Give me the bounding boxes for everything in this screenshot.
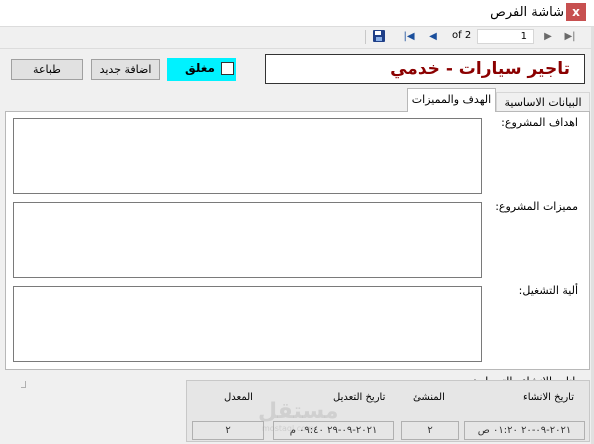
creator-value: ٢ — [401, 421, 459, 440]
page-number-input[interactable]: 1 — [477, 29, 534, 44]
last-record-icon[interactable]: ▶| — [563, 30, 577, 44]
creator-label: المنشئ — [413, 392, 445, 403]
closed-checkbox[interactable] — [221, 62, 234, 75]
modifier-label: المعدل — [224, 392, 253, 403]
modified-at-label: تاريخ التعديل — [333, 392, 386, 403]
window-title: شاشة الفرص — [490, 5, 564, 20]
divider — [0, 48, 594, 49]
goals-label: اهداف المشروع: — [501, 116, 578, 129]
resize-handle — [21, 381, 26, 388]
modifier-value: ٢ — [192, 421, 264, 440]
created-at-value: ٢٠٢١-٠٩-٢٠ ٠١:٢٠ ص — [464, 421, 585, 440]
created-at-label: تاريخ الانشاء — [523, 392, 575, 403]
print-button[interactable]: طباعة — [11, 59, 83, 80]
project-name: تاجير سيارات - خدمي — [390, 59, 570, 79]
tab-basic-data[interactable]: البيانات الاساسية — [496, 92, 590, 111]
tab-goals-features[interactable]: الهدف والمميزات — [407, 88, 496, 112]
first-record-icon[interactable]: |◀ — [402, 30, 416, 44]
page-count-label: of 2 — [452, 30, 472, 41]
closed-label: مغلق — [185, 61, 215, 75]
project-name-field[interactable]: تاجير سيارات - خدمي — [265, 54, 585, 84]
save-icon[interactable] — [373, 30, 385, 42]
add-new-button[interactable]: اضافة جديد — [91, 59, 160, 80]
features-label: مميزات المشروع: — [495, 200, 578, 213]
watermark-subtitle: mostaql.com — [262, 424, 314, 433]
close-button[interactable]: x — [566, 3, 586, 21]
toolbar-separator — [365, 30, 366, 44]
previous-record-icon[interactable]: ◀ — [426, 30, 440, 44]
goals-textarea[interactable] — [13, 118, 482, 194]
next-record-icon[interactable]: ▶ — [541, 30, 555, 44]
title-bar: x شاشة الفرص — [0, 0, 594, 27]
mechanism-textarea[interactable] — [13, 286, 482, 362]
watermark-logo: مستقل — [258, 399, 339, 424]
features-textarea[interactable] — [13, 202, 482, 278]
mechanism-label: ألية التشغيل: — [518, 284, 578, 297]
